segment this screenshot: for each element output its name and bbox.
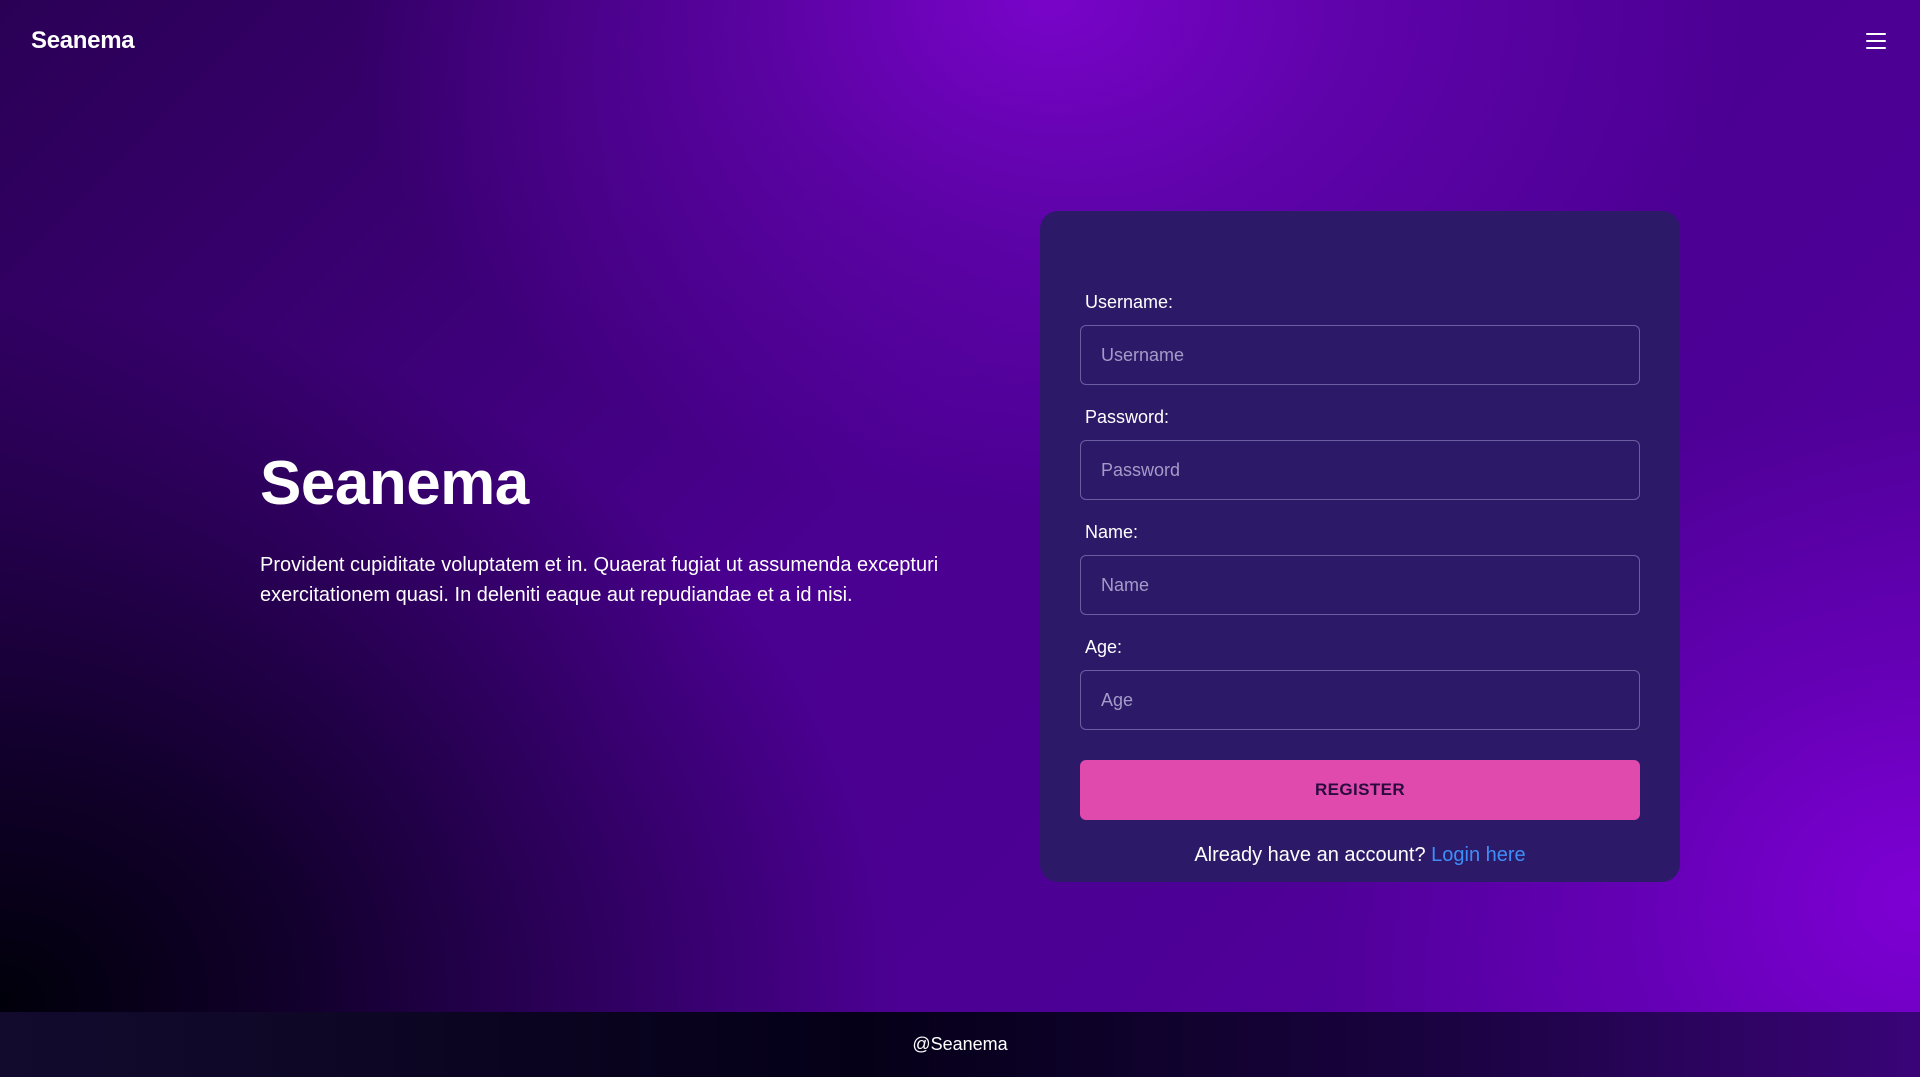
age-label: Age: <box>1085 637 1123 657</box>
register-form: Username: Password: Name: Age: REGISTER … <box>1040 211 1680 882</box>
age-input[interactable] <box>1080 670 1640 730</box>
hamburger-menu-icon[interactable] <box>1866 29 1890 53</box>
name-label: Name: <box>1085 522 1139 542</box>
hero-title: Seanema <box>260 449 529 518</box>
brand-logo[interactable]: Seanema <box>31 27 135 55</box>
menu-bar <box>1866 47 1886 49</box>
menu-bar <box>1866 33 1886 35</box>
password-input[interactable] <box>1080 440 1640 500</box>
register-button[interactable]: REGISTER <box>1080 760 1640 820</box>
menu-bar <box>1866 40 1886 42</box>
navbar: Seanema <box>0 0 1920 82</box>
name-input[interactable] <box>1080 555 1640 615</box>
login-prompt-line: Already have an account? Login here <box>1080 844 1640 867</box>
footer: @Seanema <box>0 1012 1920 1077</box>
footer-text: @Seanema <box>912 1034 1008 1054</box>
password-label: Password: <box>1085 407 1170 427</box>
username-label: Username: <box>1085 292 1174 312</box>
hero-section: Seanema Provident cupiditate voluptatem … <box>260 449 980 610</box>
hero-description: Provident cupiditate voluptatem et in. Q… <box>260 554 939 607</box>
login-prompt-text: Already have an account? <box>1194 844 1432 866</box>
login-link[interactable]: Login here <box>1431 844 1526 866</box>
username-input[interactable] <box>1080 325 1640 385</box>
